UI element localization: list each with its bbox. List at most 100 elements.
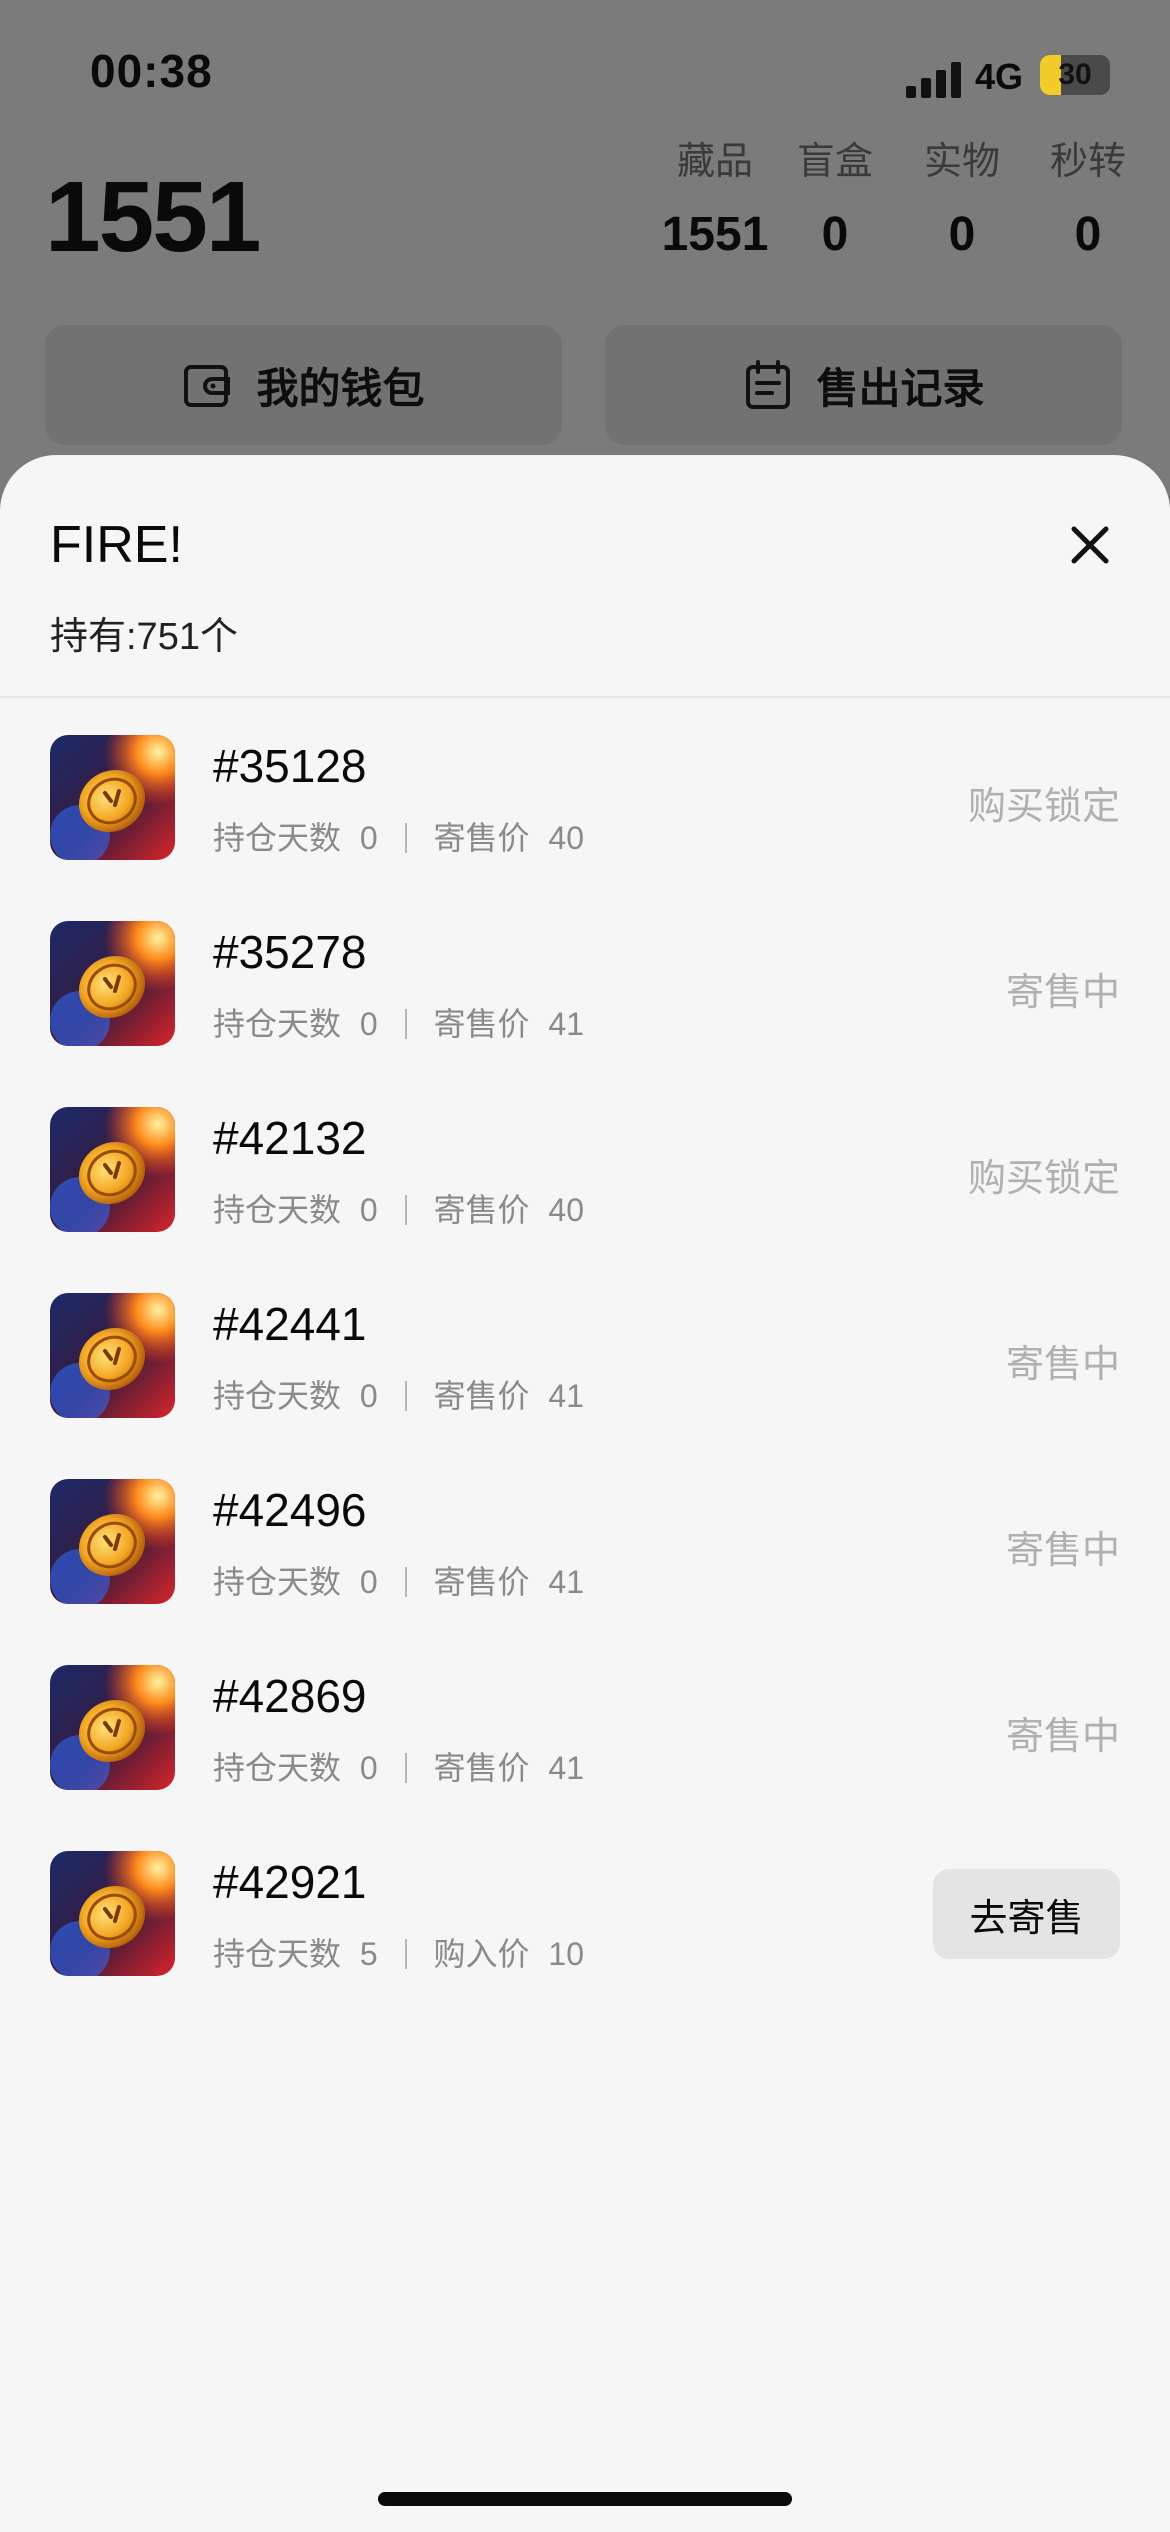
price-label: 寄售价: [433, 1378, 530, 1414]
stat-value: 0: [948, 208, 976, 261]
item-meta: 持仓天数 0 寄售价 41: [213, 1743, 584, 1789]
meta-separator: [404, 1567, 407, 1597]
battery-icon: 30: [1040, 55, 1110, 95]
item-thumbnail: [50, 1665, 175, 1790]
wallet-button[interactable]: 我的钱包: [45, 325, 562, 445]
item-serial: #35278: [213, 926, 367, 978]
stat-collections[interactable]: 藏品 1551: [660, 130, 770, 262]
holding-days-value: 5: [359, 1936, 378, 1972]
nft-item-list: #35128 持仓天数 0 寄售价 40 购买锁定 #35278 持仓天数 0: [0, 735, 1170, 2015]
network-type: 4G: [975, 56, 1024, 97]
list-item[interactable]: #42496 持仓天数 0 寄售价 41 寄售中: [0, 1479, 1170, 1666]
item-meta: 持仓天数 0 寄售价 40: [213, 813, 584, 859]
home-indicator[interactable]: [378, 2492, 792, 2506]
holding-days-label: 持仓天数: [213, 1192, 342, 1228]
item-thumbnail: [50, 921, 175, 1046]
wallet-icon: [184, 365, 231, 407]
fire-coin-icon: [50, 1293, 175, 1418]
list-item[interactable]: #42132 持仓天数 0 寄售价 40 购买锁定: [0, 1107, 1170, 1294]
holding-days-label: 持仓天数: [213, 1006, 342, 1042]
stat-label: 秒转: [1049, 141, 1126, 183]
fire-coin-icon: [50, 921, 175, 1046]
item-serial: #42921: [213, 1856, 367, 1908]
item-meta: 持仓天数 5 购入价 10: [213, 1929, 584, 1975]
item-meta: 持仓天数 0 寄售价 41: [213, 999, 584, 1045]
price-label: 寄售价: [433, 820, 530, 856]
status-bar: 00:38 4G 30: [0, 0, 1170, 140]
holding-days-label: 持仓天数: [213, 820, 342, 856]
holding-days-value: 0: [359, 1006, 378, 1042]
price-value: 40: [548, 820, 584, 856]
meta-separator: [404, 1753, 407, 1783]
item-serial: #42869: [213, 1670, 367, 1722]
fire-coin-icon: [50, 1479, 175, 1604]
holding-days-label: 持仓天数: [213, 1936, 342, 1972]
list-item[interactable]: #42921 持仓天数 5 购入价 10 去寄售: [0, 1851, 1170, 2015]
item-status: 购买锁定: [967, 786, 1120, 828]
collection-detail-sheet: FIRE! 持有:751个 #35128 持仓天数 0 寄售价 40 购买锁定: [0, 455, 1170, 2532]
sales-record-button[interactable]: 售出记录: [605, 325, 1122, 445]
status-time: 00:38: [90, 45, 213, 97]
price-label: 寄售价: [433, 1192, 530, 1228]
fire-coin-icon: [50, 1851, 175, 1976]
item-status: 寄售中: [1005, 1716, 1120, 1758]
holding-days-label: 持仓天数: [213, 1750, 342, 1786]
stat-physical[interactable]: 实物 0: [907, 130, 1017, 262]
stat-value: 0: [821, 208, 849, 261]
stat-label: 藏品: [676, 141, 753, 183]
item-thumbnail: [50, 1851, 175, 1976]
stat-value: 1551: [661, 208, 769, 261]
price-value: 41: [548, 1006, 584, 1042]
price-value: 40: [548, 1192, 584, 1228]
fire-coin-icon: [50, 1107, 175, 1232]
stat-label: 实物: [923, 141, 1000, 183]
item-thumbnail: [50, 735, 175, 860]
meta-separator: [404, 1195, 407, 1225]
price-value: 10: [548, 1936, 584, 1972]
collection-total: 1551: [45, 161, 261, 273]
clipboard-icon: [746, 360, 791, 409]
list-item[interactable]: #42869 持仓天数 0 寄售价 41 寄售中: [0, 1665, 1170, 1852]
price-label: 寄售价: [433, 1750, 530, 1786]
close-icon[interactable]: [1060, 515, 1120, 575]
meta-separator: [404, 1009, 407, 1039]
price-label: 寄售价: [433, 1564, 530, 1600]
item-status: 购买锁定: [967, 1158, 1120, 1200]
item-status: 寄售中: [1005, 972, 1120, 1014]
stats-row: 藏品 1551 盲盒 0 实物 0 秒转 0: [620, 130, 1143, 262]
holding-days-label: 持仓天数: [213, 1564, 342, 1600]
meta-separator: [404, 1939, 407, 1969]
wallet-label: 我的钱包: [256, 364, 425, 412]
background-page: 00:38 4G 30 1551 藏品 1551 盲盒 0 实物 0 秒转 0: [0, 0, 1170, 520]
item-meta: 持仓天数 0 寄售价 41: [213, 1371, 584, 1417]
item-serial: #42441: [213, 1298, 367, 1350]
holding-days-value: 0: [359, 1378, 378, 1414]
item-meta: 持仓天数 0 寄售价 41: [213, 1557, 584, 1603]
stat-label: 盲盒: [796, 141, 873, 183]
holding-days-value: 0: [359, 1564, 378, 1600]
item-status: 寄售中: [1005, 1530, 1120, 1572]
consign-button[interactable]: 去寄售: [933, 1869, 1120, 1959]
item-meta: 持仓天数 0 寄售价 40: [213, 1185, 584, 1231]
item-thumbnail: [50, 1479, 175, 1604]
stat-instant-transfer[interactable]: 秒转 0: [1033, 130, 1143, 262]
price-value: 41: [548, 1750, 584, 1786]
holding-days-value: 0: [359, 1192, 378, 1228]
stat-blind-box[interactable]: 盲盒 0: [780, 130, 890, 262]
cellular-signal-icon: [906, 62, 964, 98]
battery-level-text: 30: [1058, 58, 1092, 91]
item-status: 寄售中: [1005, 1344, 1120, 1386]
divider: [0, 696, 1170, 698]
item-thumbnail: [50, 1293, 175, 1418]
list-item[interactable]: #42441 持仓天数 0 寄售价 41 寄售中: [0, 1293, 1170, 1480]
fire-coin-icon: [50, 735, 175, 860]
sheet-title: FIRE!: [50, 516, 183, 574]
holding-count: 持有:751个: [50, 616, 238, 658]
price-label: 寄售价: [433, 1006, 530, 1042]
sales-record-label: 售出记录: [816, 364, 985, 412]
meta-separator: [404, 1381, 407, 1411]
list-item[interactable]: #35278 持仓天数 0 寄售价 41 寄售中: [0, 921, 1170, 1108]
stat-value: 0: [1074, 208, 1102, 261]
holding-days-value: 0: [359, 820, 378, 856]
list-item[interactable]: #35128 持仓天数 0 寄售价 40 购买锁定: [0, 735, 1170, 922]
